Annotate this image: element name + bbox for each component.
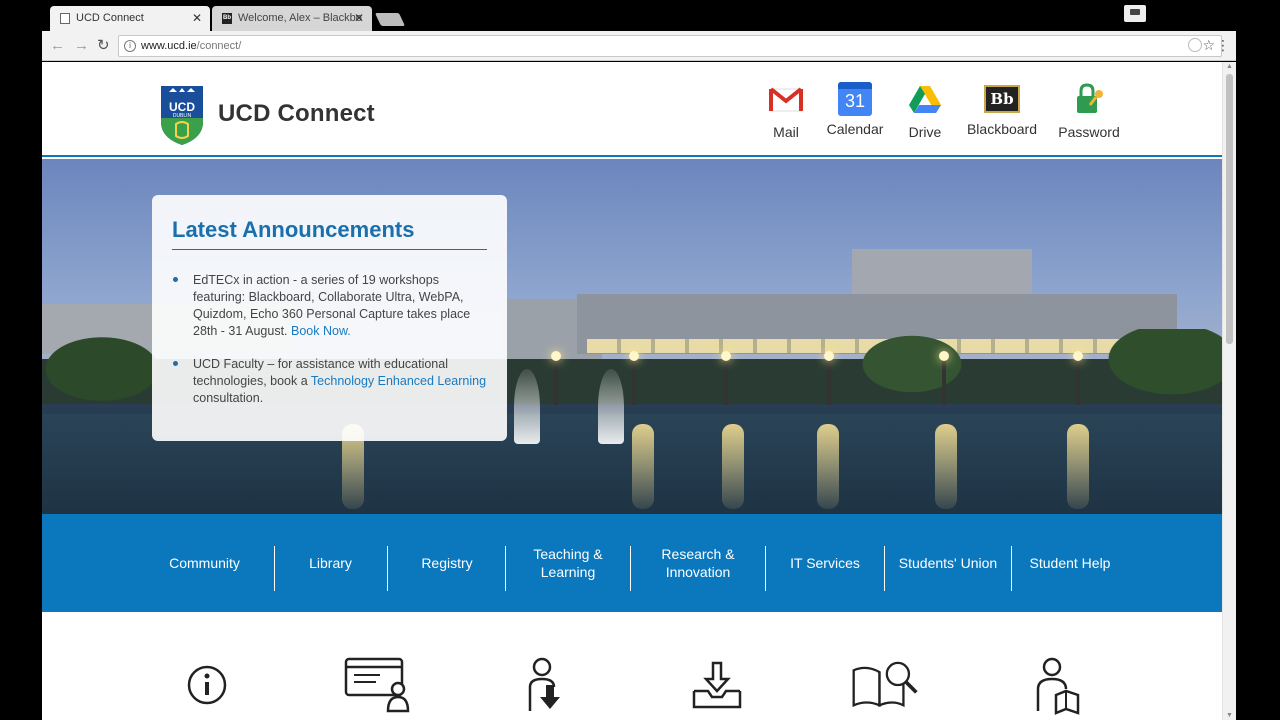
blackboard-favicon: Bb	[222, 13, 232, 24]
nav-divider	[505, 546, 506, 591]
light-reflection	[1067, 424, 1089, 509]
nav-students-union[interactable]: Students' Union	[888, 514, 1008, 612]
drive-icon	[909, 86, 941, 113]
nav-divider	[630, 546, 631, 591]
nav-community[interactable]: Community	[152, 514, 257, 612]
campus-building	[852, 249, 1032, 299]
close-tab-icon[interactable]: ✕	[192, 6, 202, 31]
password-lock-icon	[1077, 83, 1103, 113]
light-reflection	[817, 424, 839, 509]
forward-icon[interactable]: →	[74, 37, 89, 55]
nav-divider	[884, 546, 885, 591]
back-icon[interactable]: ←	[50, 37, 65, 55]
bookmark-star-icon[interactable]: ☆	[1202, 35, 1215, 55]
quick-link-label: Blackboard	[966, 121, 1038, 137]
tab-blackboard[interactable]: Bb Welcome, Alex – Blackbo ✕	[212, 6, 372, 31]
tab-title: UCD Connect	[76, 12, 144, 24]
quick-link-label: Calendar	[826, 121, 884, 137]
nav-registry[interactable]: Registry	[392, 514, 502, 612]
quick-link-label: Drive	[908, 124, 942, 140]
site-header: UCD DUBLIN UCD Connect Mail 31 Calendar	[42, 62, 1222, 157]
reload-icon[interactable]: ↻	[97, 37, 110, 55]
nav-divider	[765, 546, 766, 591]
quick-link-mail[interactable]: Mail	[764, 82, 808, 140]
light-reflection	[935, 424, 957, 509]
announcement-text: consultation.	[193, 391, 264, 405]
close-tab-icon[interactable]: ✕	[354, 6, 364, 31]
announcement-item: EdTECx in action - a series of 19 worksh…	[172, 272, 487, 340]
lamp-post	[824, 351, 834, 405]
url-host: www.ucd.ie	[141, 40, 197, 52]
chrome-menu-icon[interactable]: ⋮	[1216, 36, 1230, 54]
browser-tab-strip: UCD Connect ✕ Bb Welcome, Alex – Blackbo…	[0, 0, 1280, 31]
light-reflection	[722, 424, 744, 509]
tab-title: Welcome, Alex – Blackbo	[238, 12, 362, 24]
tel-link[interactable]: Technology Enhanced Learning	[311, 374, 486, 388]
calendar-icon: 31	[838, 82, 872, 116]
page-icon	[60, 13, 70, 24]
blackboard-text: Bb	[990, 90, 1014, 108]
site-title[interactable]: UCD Connect	[218, 100, 375, 128]
lamp-post	[939, 351, 949, 405]
quick-link-calendar[interactable]: 31 Calendar	[822, 82, 888, 137]
page-viewport: UCD DUBLIN UCD Connect Mail 31 Calendar	[42, 62, 1236, 720]
crest-subtext: DUBLIN	[173, 113, 192, 119]
address-bar[interactable]: i www.ucd.ie/connect/ ☆	[118, 35, 1222, 57]
nav-research-innovation[interactable]: Research & Innovation	[635, 514, 761, 612]
gmail-icon	[769, 87, 803, 112]
person-download-icon[interactable]	[512, 655, 582, 715]
url-path: /connect/	[196, 40, 242, 52]
scroll-down-icon[interactable]: ▼	[1226, 712, 1233, 719]
crest-text: UCD	[169, 100, 195, 114]
light-reflection	[632, 424, 654, 509]
quick-link-label: Mail	[773, 124, 799, 140]
hero-campus-photo: Latest Announcements EdTECx in action - …	[42, 159, 1222, 514]
calendar-day: 31	[844, 91, 866, 111]
lamp-post	[551, 351, 561, 405]
nav-divider	[387, 546, 388, 591]
nav-divider	[1011, 546, 1012, 591]
quick-link-drive[interactable]: Drive	[902, 82, 948, 140]
quick-link-label: Password	[1058, 124, 1120, 140]
nav-it-services[interactable]: IT Services	[770, 514, 880, 612]
announcements-panel: Latest Announcements EdTECx in action - …	[152, 195, 507, 441]
tab-ucd-connect[interactable]: UCD Connect ✕	[50, 6, 210, 31]
lamp-post	[1073, 351, 1083, 405]
main-nav: Community Library Registry Teaching & Le…	[42, 514, 1222, 612]
ucd-crest-logo[interactable]: UCD DUBLIN	[159, 82, 205, 146]
nav-teaching-learning[interactable]: Teaching & Learning	[510, 514, 626, 612]
fountain	[598, 369, 624, 444]
lamp-post	[721, 351, 731, 405]
announcement-item: UCD Faculty – for assistance with educat…	[172, 356, 487, 407]
book-now-link[interactable]: Book Now.	[291, 324, 351, 338]
nav-divider	[274, 546, 275, 591]
fountain	[514, 369, 540, 444]
lamp-post	[629, 351, 639, 405]
download-tray-icon[interactable]	[682, 655, 752, 715]
blackboard-icon: Bb	[984, 85, 1020, 113]
quick-link-password[interactable]: Password	[1054, 82, 1124, 140]
announcements-list: EdTECx in action - a series of 19 worksh…	[172, 272, 487, 407]
new-tab-button[interactable]	[374, 13, 406, 26]
search-book-icon[interactable]	[850, 655, 920, 715]
quick-link-blackboard[interactable]: Bb Blackboard	[962, 82, 1042, 137]
info-icon[interactable]	[172, 655, 242, 715]
announcements-heading: Latest Announcements	[172, 217, 487, 250]
page-scrollbar[interactable]: ▲ ▼	[1222, 62, 1236, 720]
extension-icon[interactable]	[1188, 38, 1202, 52]
browser-toolbar: ← → ↻ i www.ucd.ie/connect/ ☆ ⋮	[42, 31, 1236, 61]
nav-library[interactable]: Library	[282, 514, 379, 612]
info-icon[interactable]: i	[124, 40, 136, 52]
scrollbar-thumb[interactable]	[1226, 74, 1233, 344]
person-reading-icon[interactable]	[1022, 655, 1092, 715]
window-profile-icon[interactable]	[1124, 5, 1146, 22]
services-icon-row	[42, 612, 1222, 720]
nav-student-help[interactable]: Student Help	[1016, 514, 1124, 612]
scroll-up-icon[interactable]: ▲	[1226, 63, 1233, 70]
web-profile-icon[interactable]	[342, 655, 412, 715]
